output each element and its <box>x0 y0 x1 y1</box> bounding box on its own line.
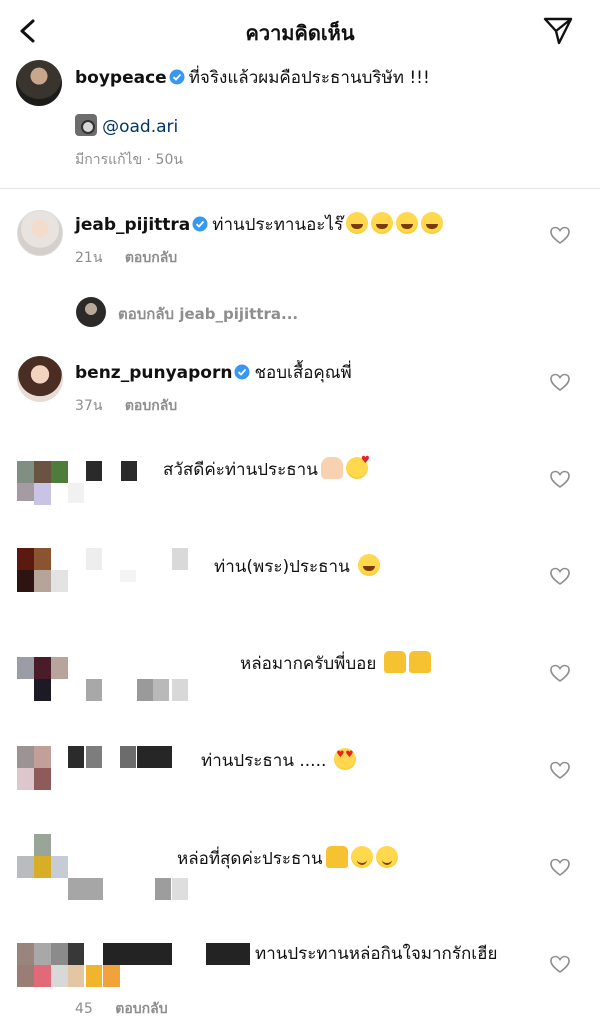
comment-line: jeab_pijittra ท่านประทานอะไร๊ <box>75 211 555 238</box>
avatar[interactable] <box>16 60 62 106</box>
comment-text: ทานประทานหล่อกินใจมากรักเฮีย <box>255 944 498 964</box>
praying-hands-emoji-icon <box>320 457 343 479</box>
comment-line: ทานประทานหล่อกินใจมากรักเฮีย <box>255 940 497 967</box>
reply-button[interactable]: ตอบกลับ <box>125 250 177 266</box>
comment-text: ท่าน(พระ)ประธาน <box>214 557 350 577</box>
avatar <box>76 297 106 327</box>
verified-badge-icon <box>169 69 185 85</box>
laughing-emoji-icon <box>346 212 369 234</box>
thumbs-up-emoji-icon <box>384 651 407 673</box>
verified-badge-icon <box>192 216 208 232</box>
reply-button[interactable]: ตอบกลับ <box>115 1001 167 1017</box>
heart-eyes-emoji-icon <box>334 748 357 770</box>
top-bar: ความคิดเห็น <box>0 0 600 62</box>
reply-thread-label: ตอบกลับ jeab_pijittra... <box>118 302 298 326</box>
post-caption: boypeace ที่จริงแล้วผมคือประธานบริษัท !!!… <box>0 58 600 188</box>
page-title: ความคิดเห็น <box>245 21 355 45</box>
caption-username[interactable]: boypeace <box>75 68 167 88</box>
reply-button[interactable]: ตอบกลับ <box>125 398 177 414</box>
comment-username[interactable]: benz_punyaporn <box>75 363 232 383</box>
reply-prefix: ตอบกลับ <box>118 305 175 323</box>
caption-mention-line: @oad.ari <box>75 114 178 137</box>
laughing-emoji-icon <box>357 554 380 576</box>
reply-target-user: jeab_pijittra... <box>179 305 299 323</box>
comment-line: ท่าน(พระ)ประธาน <box>214 553 380 580</box>
smiling-face-emoji-icon <box>375 846 398 868</box>
avatar[interactable] <box>17 356 63 402</box>
laughing-emoji-icon <box>396 212 419 234</box>
comment-text: ชอบเสื้อคุณพี่ <box>254 363 352 383</box>
comment-line: สวัสดีค่ะท่านประธาน <box>163 455 370 483</box>
smiling-face-emoji-icon <box>350 846 373 868</box>
like-heart-icon[interactable] <box>550 761 570 781</box>
comment-line: ท่านประธาน ..... <box>201 747 357 774</box>
comment-text: ท่านประทานอะไร๊ <box>212 215 344 235</box>
avatar[interactable] <box>17 210 63 256</box>
comment-time: 45 <box>75 1001 93 1017</box>
like-heart-icon[interactable] <box>550 373 570 393</box>
like-heart-icon[interactable] <box>550 955 570 975</box>
comment-line: หล่อมากครับพี่บอย <box>240 650 432 677</box>
laughing-emoji-icon <box>371 212 394 234</box>
caption-line: boypeace ที่จริงแล้วผมคือประธานบริษัท !!! <box>75 64 585 91</box>
comment-time: 37น <box>75 398 103 414</box>
caption-text: ที่จริงแล้วผมคือประธานบริษัท !!! <box>188 68 430 88</box>
comment-text: ท่านประธาน ..... <box>201 751 327 771</box>
like-heart-icon[interactable] <box>550 858 570 878</box>
comment-meta: 21น ตอบกลับ <box>75 247 177 269</box>
comment-line: หล่อที่สุดค่ะประธาน <box>177 845 398 872</box>
like-heart-icon[interactable] <box>550 664 570 684</box>
comment-text: สวัสดีค่ะท่านประธาน <box>163 460 318 480</box>
comment-time: 21น <box>75 250 103 266</box>
like-heart-icon[interactable] <box>550 567 570 587</box>
comment-text: หล่อที่สุดค่ะประธาน <box>177 849 323 869</box>
thumbs-up-emoji-icon <box>325 846 348 868</box>
comment-line: benz_punyaporn ชอบเสื้อคุณพี่ <box>75 359 555 386</box>
verified-badge-icon <box>234 364 250 380</box>
comment-meta: 37น ตอบกลับ <box>75 395 177 417</box>
like-heart-icon[interactable] <box>550 226 570 246</box>
like-heart-icon[interactable] <box>550 470 570 490</box>
comment-username[interactable]: jeab_pijittra <box>75 215 190 235</box>
thumbs-up-emoji-icon <box>409 651 432 673</box>
kissing-face-emoji-icon <box>345 455 370 479</box>
caption-meta: มีการแก้ไข · 50น <box>75 152 183 168</box>
mention-link[interactable]: @oad.ari <box>102 117 178 137</box>
divider <box>0 188 600 189</box>
laughing-emoji-icon <box>421 212 444 234</box>
comment-text: หล่อมากครับพี่บอย <box>240 654 377 674</box>
comment-meta: 45 ตอบกลับ <box>75 998 168 1020</box>
send-icon[interactable] <box>542 14 574 46</box>
camera-emoji-icon <box>75 114 97 136</box>
